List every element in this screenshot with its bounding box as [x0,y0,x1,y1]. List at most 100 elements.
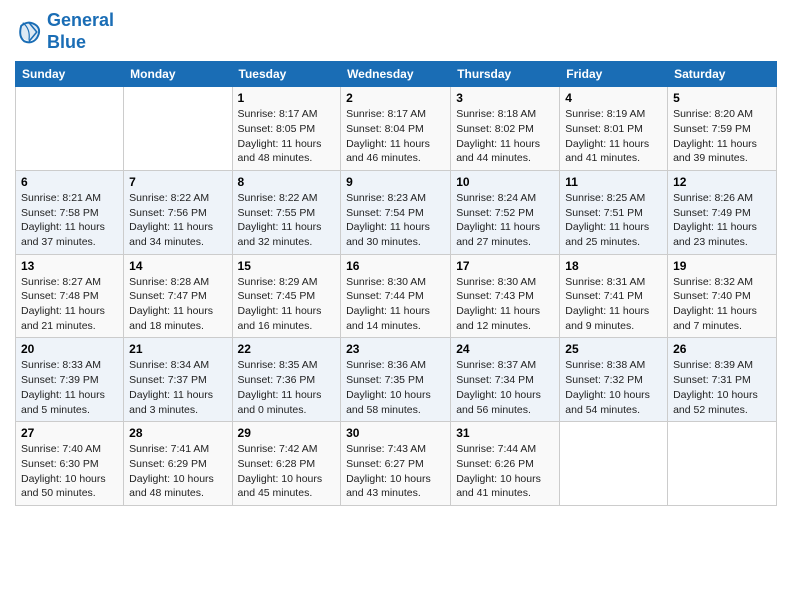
column-headers: SundayMondayTuesdayWednesdayThursdayFrid… [16,62,777,87]
day-number: 1 [238,91,336,105]
day-number: 23 [346,342,445,356]
col-header-thursday: Thursday [451,62,560,87]
logo-line2: Blue [47,32,86,52]
calendar-cell: 3 Sunrise: 8:18 AM Sunset: 8:02 PM Daylig… [451,87,560,171]
day-number: 7 [129,175,226,189]
day-info: Sunrise: 8:17 AM Sunset: 8:04 PM Dayligh… [346,107,445,166]
calendar-cell: 14Sunrise: 8:28 AM Sunset: 7:47 PM Dayli… [124,254,232,338]
day-number: 16 [346,259,445,273]
calendar-cell: 23 Sunrise: 8:36 AM Sunset: 7:35 PM Dayli… [341,338,451,422]
day-number: 2 [346,91,445,105]
day-info: Sunrise: 8:30 AM Sunset: 7:43 PM Dayligh… [456,275,554,334]
calendar-cell: 27Sunrise: 7:40 AM Sunset: 6:30 PM Dayli… [16,422,124,506]
col-header-tuesday: Tuesday [232,62,341,87]
day-number: 8 [238,175,336,189]
calendar-cell: 22Sunrise: 8:35 AM Sunset: 7:36 PM Dayli… [232,338,341,422]
calendar-cell: 9 Sunrise: 8:23 AM Sunset: 7:54 PM Daylig… [341,170,451,254]
page: General Blue SundayMondayTuesdayWednesda… [0,0,792,612]
day-number: 26 [673,342,771,356]
day-info: Sunrise: 8:17 AM Sunset: 8:05 PM Dayligh… [238,107,336,166]
logo: General Blue [15,10,114,53]
logo-line1: General [47,10,114,30]
calendar-cell: 29 Sunrise: 7:42 AM Sunset: 6:28 PM Dayli… [232,422,341,506]
logo-text: General Blue [47,10,114,53]
col-header-wednesday: Wednesday [341,62,451,87]
day-info: Sunrise: 8:32 AM Sunset: 7:40 PM Dayligh… [673,275,771,334]
day-info: Sunrise: 8:20 AM Sunset: 7:59 PM Dayligh… [673,107,771,166]
calendar-cell [124,87,232,171]
day-number: 19 [673,259,771,273]
calendar-cell: 18 Sunrise: 8:31 AM Sunset: 7:41 PM Dayli… [560,254,668,338]
day-info: Sunrise: 7:42 AM Sunset: 6:28 PM Dayligh… [238,442,336,501]
week-row-2: 6Sunrise: 8:21 AM Sunset: 7:58 PM Daylig… [16,170,777,254]
day-number: 29 [238,426,336,440]
day-info: Sunrise: 8:27 AM Sunset: 7:48 PM Dayligh… [21,275,118,334]
day-number: 31 [456,426,554,440]
day-number: 27 [21,426,118,440]
day-info: Sunrise: 8:19 AM Sunset: 8:01 PM Dayligh… [565,107,662,166]
day-info: Sunrise: 8:29 AM Sunset: 7:45 PM Dayligh… [238,275,336,334]
calendar-table: SundayMondayTuesdayWednesdayThursdayFrid… [15,61,777,506]
day-number: 13 [21,259,118,273]
day-info: Sunrise: 8:38 AM Sunset: 7:32 PM Dayligh… [565,358,662,417]
day-info: Sunrise: 7:43 AM Sunset: 6:27 PM Dayligh… [346,442,445,501]
day-info: Sunrise: 7:44 AM Sunset: 6:26 PM Dayligh… [456,442,554,501]
col-header-friday: Friday [560,62,668,87]
day-info: Sunrise: 8:18 AM Sunset: 8:02 PM Dayligh… [456,107,554,166]
day-info: Sunrise: 8:26 AM Sunset: 7:49 PM Dayligh… [673,191,771,250]
calendar-cell: 10 Sunrise: 8:24 AM Sunset: 7:52 PM Dayli… [451,170,560,254]
day-number: 28 [129,426,226,440]
day-number: 24 [456,342,554,356]
day-number: 5 [673,91,771,105]
week-row-5: 27Sunrise: 7:40 AM Sunset: 6:30 PM Dayli… [16,422,777,506]
day-number: 12 [673,175,771,189]
col-header-monday: Monday [124,62,232,87]
day-info: Sunrise: 8:22 AM Sunset: 7:55 PM Dayligh… [238,191,336,250]
calendar-cell [16,87,124,171]
day-number: 18 [565,259,662,273]
day-info: Sunrise: 7:41 AM Sunset: 6:29 PM Dayligh… [129,442,226,501]
week-row-1: 1 Sunrise: 8:17 AM Sunset: 8:05 PM Daylig… [16,87,777,171]
calendar-cell: 15 Sunrise: 8:29 AM Sunset: 7:45 PM Dayli… [232,254,341,338]
day-info: Sunrise: 8:36 AM Sunset: 7:35 PM Dayligh… [346,358,445,417]
calendar-cell [560,422,668,506]
calendar-cell: 25 Sunrise: 8:38 AM Sunset: 7:32 PM Dayli… [560,338,668,422]
calendar-cell: 5 Sunrise: 8:20 AM Sunset: 7:59 PM Daylig… [668,87,777,171]
day-number: 20 [21,342,118,356]
day-info: Sunrise: 8:33 AM Sunset: 7:39 PM Dayligh… [21,358,118,417]
day-number: 6 [21,175,118,189]
day-info: Sunrise: 8:23 AM Sunset: 7:54 PM Dayligh… [346,191,445,250]
calendar-cell: 24Sunrise: 8:37 AM Sunset: 7:34 PM Dayli… [451,338,560,422]
calendar-cell [668,422,777,506]
calendar-cell: 6Sunrise: 8:21 AM Sunset: 7:58 PM Daylig… [16,170,124,254]
header: General Blue [15,10,777,53]
day-number: 10 [456,175,554,189]
calendar-cell: 4 Sunrise: 8:19 AM Sunset: 8:01 PM Daylig… [560,87,668,171]
calendar-cell: 7 Sunrise: 8:22 AM Sunset: 7:56 PM Daylig… [124,170,232,254]
calendar-cell: 26Sunrise: 8:39 AM Sunset: 7:31 PM Dayli… [668,338,777,422]
day-number: 17 [456,259,554,273]
col-header-saturday: Saturday [668,62,777,87]
day-number: 25 [565,342,662,356]
day-info: Sunrise: 8:34 AM Sunset: 7:37 PM Dayligh… [129,358,226,417]
day-info: Sunrise: 8:31 AM Sunset: 7:41 PM Dayligh… [565,275,662,334]
calendar-cell: 31 Sunrise: 7:44 AM Sunset: 6:26 PM Dayli… [451,422,560,506]
day-number: 14 [129,259,226,273]
week-row-3: 13 Sunrise: 8:27 AM Sunset: 7:48 PM Dayli… [16,254,777,338]
day-number: 11 [565,175,662,189]
day-number: 3 [456,91,554,105]
day-number: 15 [238,259,336,273]
day-number: 4 [565,91,662,105]
day-number: 9 [346,175,445,189]
day-info: Sunrise: 8:24 AM Sunset: 7:52 PM Dayligh… [456,191,554,250]
calendar-cell: 30Sunrise: 7:43 AM Sunset: 6:27 PM Dayli… [341,422,451,506]
calendar-cell: 21 Sunrise: 8:34 AM Sunset: 7:37 PM Dayli… [124,338,232,422]
calendar-cell: 12 Sunrise: 8:26 AM Sunset: 7:49 PM Dayli… [668,170,777,254]
col-header-sunday: Sunday [16,62,124,87]
day-info: Sunrise: 8:22 AM Sunset: 7:56 PM Dayligh… [129,191,226,250]
day-info: Sunrise: 8:25 AM Sunset: 7:51 PM Dayligh… [565,191,662,250]
calendar-cell: 20 Sunrise: 8:33 AM Sunset: 7:39 PM Dayli… [16,338,124,422]
day-number: 21 [129,342,226,356]
day-number: 22 [238,342,336,356]
calendar-cell: 17 Sunrise: 8:30 AM Sunset: 7:43 PM Dayli… [451,254,560,338]
